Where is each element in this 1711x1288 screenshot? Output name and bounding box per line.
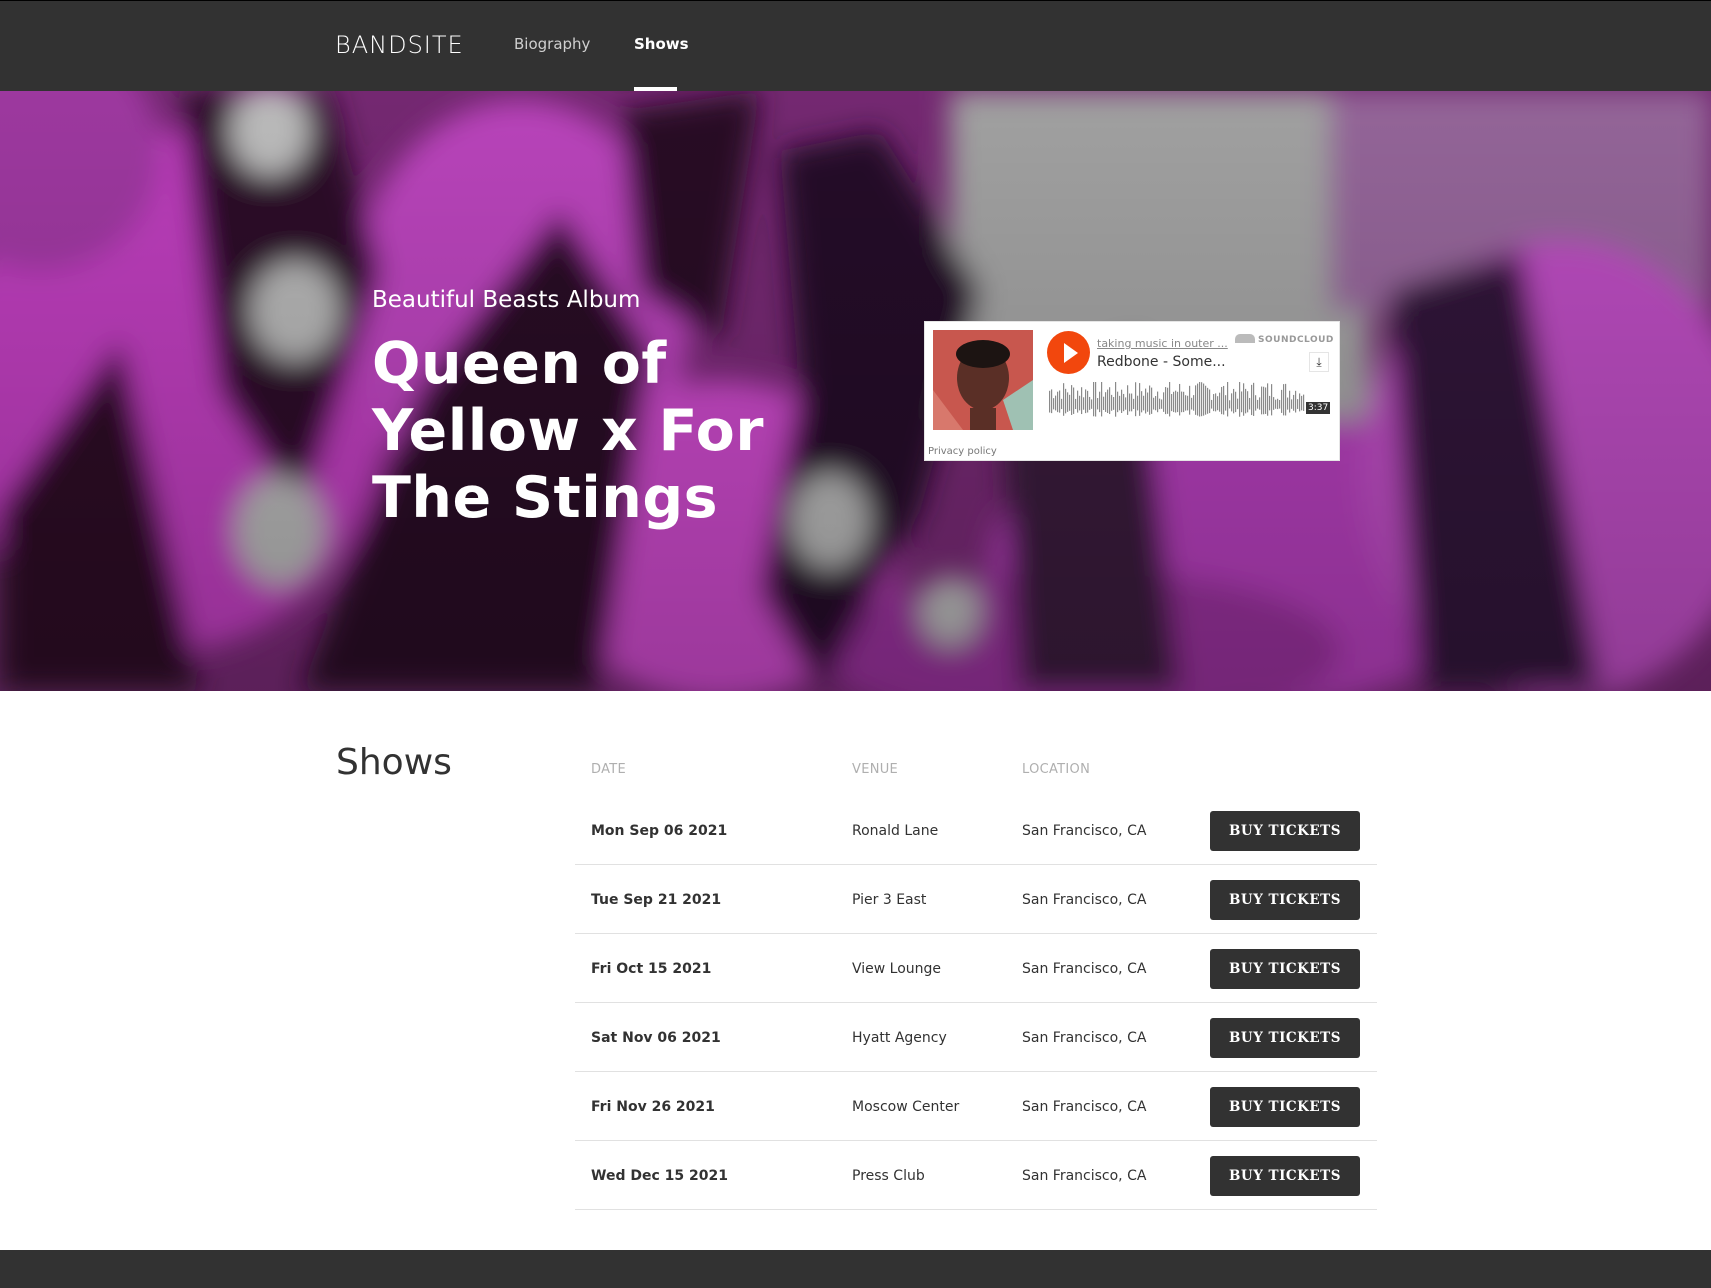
- top-nav: BANDSITE Biography Shows: [0, 0, 1711, 91]
- show-location: San Francisco, CA: [1022, 1030, 1147, 1046]
- show-date: Tue Sep 21 2021: [591, 892, 722, 908]
- privacy-policy-link[interactable]: Privacy policy: [928, 446, 997, 457]
- play-button[interactable]: [1047, 331, 1090, 374]
- hero-banner: Beautiful Beasts Album Queen of Yellow x…: [0, 91, 1711, 691]
- hero-title: Queen of Yellow x For The Stings: [372, 331, 764, 531]
- track-artist-link[interactable]: taking music in outer ...: [1097, 337, 1228, 350]
- show-location: San Francisco, CA: [1022, 823, 1147, 839]
- show-date: Fri Oct 15 2021: [591, 961, 712, 977]
- album-artwork[interactable]: [933, 330, 1033, 430]
- soundcloud-logo[interactable]: SOUNDCLOUD: [1235, 334, 1334, 345]
- show-venue: Ronald Lane: [852, 823, 939, 839]
- show-location: San Francisco, CA: [1022, 961, 1147, 977]
- show-row: Wed Dec 15 2021 Press Club San Francisco…: [575, 1141, 1377, 1210]
- soundcloud-cloud-icon: [1235, 334, 1255, 343]
- show-date: Sat Nov 06 2021: [591, 1030, 721, 1046]
- show-date: Fri Nov 26 2021: [591, 1099, 715, 1115]
- show-location: San Francisco, CA: [1022, 1099, 1147, 1115]
- buy-tickets-button[interactable]: BUY TICKETS: [1210, 811, 1360, 851]
- buy-tickets-button[interactable]: BUY TICKETS: [1210, 1156, 1360, 1196]
- column-header-location: LOCATION: [1022, 762, 1091, 777]
- shows-heading: Shows: [336, 742, 452, 783]
- soundcloud-player: taking music in outer ... Redbone - Some…: [924, 321, 1340, 461]
- download-icon[interactable]: ⤓: [1309, 352, 1329, 372]
- show-venue: Press Club: [852, 1168, 925, 1184]
- nav-link-shows[interactable]: Shows: [634, 35, 689, 53]
- nav-link-biography[interactable]: Biography: [514, 35, 590, 53]
- show-location: San Francisco, CA: [1022, 1168, 1147, 1184]
- buy-tickets-button[interactable]: BUY TICKETS: [1210, 1018, 1360, 1058]
- track-duration: 3:37: [1306, 402, 1331, 414]
- album-label: Beautiful Beasts Album: [372, 287, 641, 313]
- show-venue: View Lounge: [852, 961, 942, 977]
- buy-tickets-button[interactable]: BUY TICKETS: [1210, 1087, 1360, 1127]
- show-date: Wed Dec 15 2021: [591, 1168, 728, 1184]
- show-row: Fri Oct 15 2021 View Lounge San Francisc…: [575, 934, 1377, 1003]
- show-venue: Moscow Center: [852, 1099, 960, 1115]
- show-location: San Francisco, CA: [1022, 892, 1147, 908]
- show-row: Fri Nov 26 2021 Moscow Center San Franci…: [575, 1072, 1377, 1141]
- show-row: Mon Sep 06 2021 Ronald Lane San Francisc…: [575, 796, 1377, 865]
- buy-tickets-button[interactable]: BUY TICKETS: [1210, 949, 1360, 989]
- show-venue: Hyatt Agency: [852, 1030, 947, 1046]
- show-row: Tue Sep 21 2021 Pier 3 East San Francisc…: [575, 865, 1377, 934]
- show-venue: Pier 3 East: [852, 892, 927, 908]
- brand-logo[interactable]: BANDSITE: [335, 31, 464, 59]
- soundcloud-brand-label: SOUNDCLOUD: [1258, 335, 1334, 345]
- column-header-venue: VENUE: [852, 762, 899, 777]
- page-footer: [0, 1250, 1711, 1288]
- track-title[interactable]: Redbone - Some...: [1097, 354, 1226, 370]
- waveform[interactable]: [1049, 382, 1305, 426]
- column-header-date: DATE: [591, 762, 627, 777]
- show-date: Mon Sep 06 2021: [591, 823, 728, 839]
- show-row: Sat Nov 06 2021 Hyatt Agency San Francis…: [575, 1003, 1377, 1072]
- buy-tickets-button[interactable]: BUY TICKETS: [1210, 880, 1360, 920]
